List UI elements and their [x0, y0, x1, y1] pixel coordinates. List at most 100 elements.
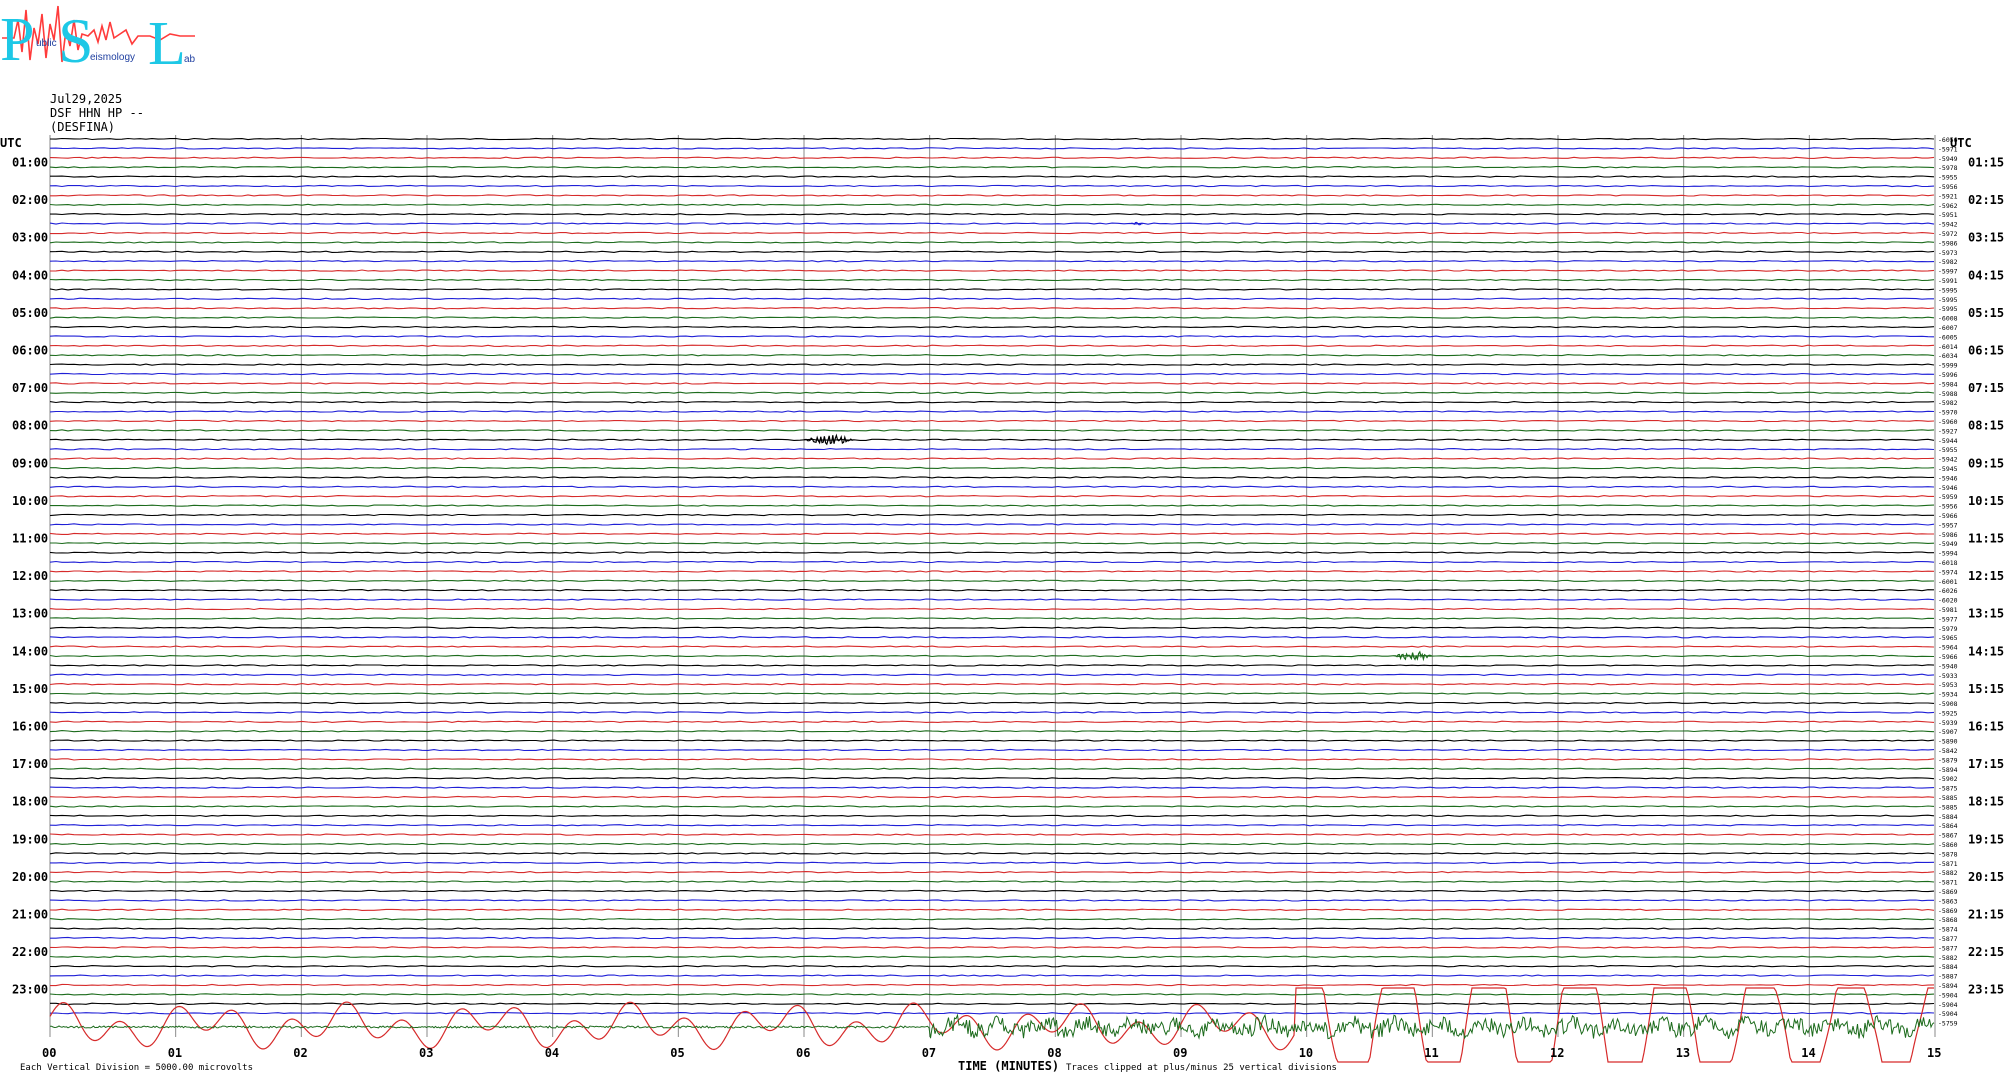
right-hour-label: 09:15 — [1968, 456, 2004, 470]
right-hour-label: 02:15 — [1968, 193, 2004, 207]
trace-line — [49, 551, 1934, 554]
trace-offset-label: -5994 — [1938, 550, 1958, 558]
trace-offset-label: -5979 — [1938, 625, 1958, 633]
trace-line — [49, 354, 1935, 357]
trace-offset-label: -5973 — [1938, 249, 1958, 257]
trace-line — [49, 344, 1935, 347]
trace-offset-label: -5956 — [1938, 183, 1958, 191]
trace-line — [50, 175, 1935, 178]
trace-line — [49, 363, 1935, 366]
right-hour-label: 19:15 — [1968, 832, 2004, 846]
x-tick-label: 03 — [419, 1046, 433, 1060]
left-hour-label: 05:00 — [12, 306, 48, 320]
trace-offset-label: -5957 — [1938, 521, 1958, 529]
trace-line — [49, 767, 1935, 770]
trace-offset-label: -5882 — [1938, 869, 1958, 877]
trace-line — [49, 720, 1935, 723]
trace-line — [49, 560, 1935, 564]
trace-line — [49, 438, 1935, 441]
left-hour-label: 02:00 — [12, 193, 48, 207]
right-hour-label: 03:15 — [1968, 231, 2004, 245]
left-hour-label: 09:00 — [12, 456, 48, 470]
left-utc-title: UTC — [0, 136, 22, 150]
right-hour-label: 16:15 — [1968, 720, 2004, 734]
footer-scale-note: Each Vertical Division = 5000.00 microvo… — [20, 1063, 253, 1073]
trace-offset-label: -5877 — [1938, 944, 1958, 952]
left-hour-label: 20:00 — [12, 870, 48, 884]
trace-offset-label: -6001 — [1938, 578, 1958, 586]
x-tick-label: 08 — [1047, 1046, 1061, 1060]
trace-line — [49, 297, 1934, 300]
trace-offset-label: -5864 — [1938, 822, 1958, 830]
trace-offset-label: -5997 — [1938, 268, 1958, 276]
footer-clip-note: Traces clipped at plus/minus 25 vertical… — [1066, 1063, 1337, 1073]
trace-offset-label: -5986 — [1938, 531, 1958, 539]
trace-offset-label: -5996 — [1938, 371, 1958, 379]
trace-offset-label: -5953 — [1938, 681, 1958, 689]
trace-offset-label: -5984 — [1938, 380, 1958, 388]
trace-offset-label: -5939 — [1938, 719, 1958, 727]
trace-line — [49, 786, 1935, 789]
trace-offset-label: -5982 — [1938, 399, 1958, 407]
left-hour-label: 23:00 — [12, 983, 48, 997]
trace-line — [49, 701, 1935, 705]
x-tick-label: 02 — [293, 1046, 307, 1060]
trace-line — [49, 842, 1935, 846]
trace-line — [49, 645, 1935, 648]
right-hour-label: 01:15 — [1968, 156, 2004, 170]
trace-offset-label: -5999 — [1938, 362, 1958, 370]
trace-offset-label: -5759 — [1938, 1020, 1958, 1028]
trace-line — [49, 946, 1935, 949]
trace-offset-label: -5907 — [1938, 728, 1958, 736]
trace-line — [49, 664, 1935, 667]
trace-line — [49, 993, 1935, 996]
left-hour-label: 14:00 — [12, 644, 48, 658]
trace-line — [49, 758, 1935, 761]
trace-line — [49, 598, 1935, 601]
trace-line — [49, 260, 1935, 263]
x-axis-title: TIME (MINUTES) — [958, 1059, 1060, 1073]
trace-line — [49, 166, 1935, 169]
trace-line — [49, 476, 1935, 479]
left-hour-label: 17:00 — [12, 757, 48, 771]
trace-offset-label: -5966 — [1938, 653, 1958, 661]
trace-line — [49, 335, 1935, 338]
trace-offset-label: -5960 — [1938, 418, 1958, 426]
trace-offset-label: -5966 — [1938, 512, 1958, 520]
trace-offset-label: -5902 — [1938, 775, 1958, 783]
trace-offset-label: -6034 — [1938, 352, 1958, 360]
trace-line — [49, 1012, 1935, 1015]
trace-line — [49, 918, 1935, 921]
trace-line — [49, 513, 1934, 517]
trace-offset-label: -5884 — [1938, 963, 1958, 971]
left-hour-label: 07:00 — [12, 381, 48, 395]
trace-line — [49, 250, 1935, 253]
trace-offset-label: -5945 — [1938, 465, 1958, 473]
trace-line — [50, 504, 1935, 507]
trace-offset-label: -5904 — [1938, 1010, 1958, 1018]
right-hour-label: 06:15 — [1968, 344, 2004, 358]
trace-offset-label: -5988 — [1938, 390, 1958, 398]
trace-line — [49, 589, 1935, 592]
left-hour-label: 16:00 — [12, 720, 48, 734]
trace-offset-label: -5869 — [1938, 888, 1958, 896]
trace-line — [49, 927, 1935, 930]
trace-line — [49, 824, 1935, 827]
trace-line — [49, 673, 1935, 676]
x-tick-label: 12 — [1550, 1046, 1564, 1060]
trace-line — [49, 307, 1935, 310]
right-hour-label: 23:15 — [1968, 983, 2004, 997]
x-tick-label: 09 — [1173, 1046, 1187, 1060]
trace-offset-label: -5927 — [1938, 427, 1958, 435]
trace-line — [49, 683, 1935, 686]
left-hour-label: 01:00 — [12, 156, 48, 170]
left-hour-label: 03:00 — [12, 231, 48, 245]
trace-offset-label: -6018 — [1938, 559, 1958, 567]
x-tick-label: 01 — [168, 1046, 182, 1060]
trace-line — [49, 184, 1935, 188]
trace-offset-label: -5942 — [1938, 221, 1958, 229]
trace-offset-label: -5871 — [1938, 879, 1958, 887]
trace-offset-label: -6005 — [1938, 333, 1958, 341]
left-hour-label: 10:00 — [12, 494, 48, 508]
trace-line — [49, 523, 1935, 526]
